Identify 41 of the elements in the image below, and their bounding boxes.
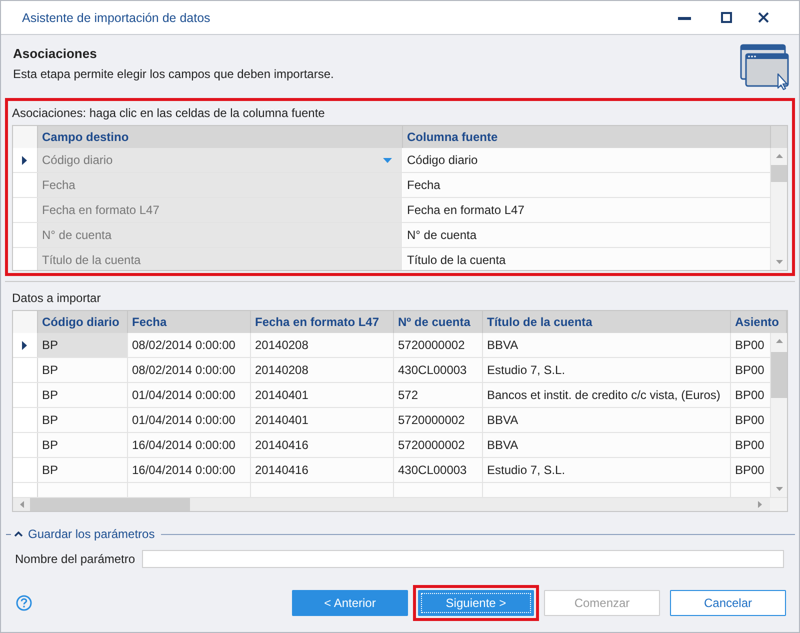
navigation-button[interactable]: Siguiente > xyxy=(418,590,534,616)
help-icon[interactable] xyxy=(16,595,32,611)
window-title: Asistente de importación de datos xyxy=(22,10,210,24)
scroll-up-icon[interactable] xyxy=(776,154,782,158)
scroll-down-icon[interactable] xyxy=(776,260,782,264)
maximize-icon[interactable] xyxy=(721,12,732,23)
cell-text: Fecha xyxy=(42,177,76,194)
windows-cursor-icon xyxy=(740,44,792,90)
step-title: Asociaciones xyxy=(13,45,98,62)
minimize-icon[interactable] xyxy=(678,16,691,20)
header-corner-cell[interactable] xyxy=(13,311,38,333)
group-title[interactable]: Guardar los parámetros xyxy=(28,527,155,541)
section-label: Asociaciones: haga clic en las celdas de la columna fuente xyxy=(12,105,326,121)
cell-text: Título de la cuenta xyxy=(42,252,141,269)
cell-text: N° de cuenta xyxy=(42,227,112,244)
scroll-down-icon[interactable] xyxy=(776,487,782,491)
vertical-scrollbar[interactable] xyxy=(770,148,787,270)
navigation-button[interactable]: Cancelar xyxy=(670,590,786,616)
current-row-icon xyxy=(22,156,27,164)
caret-icon[interactable] xyxy=(383,158,392,162)
cell-text: Código diario xyxy=(42,152,113,169)
step-description: Esta etapa permite elegir los campos que deben importarse. xyxy=(13,66,334,82)
scrollbar-thumb[interactable] xyxy=(30,498,190,511)
field-label: Nombre del parámetro xyxy=(15,552,136,566)
cell-text: Fecha en formato L47 xyxy=(42,202,160,219)
table-cell: BP xyxy=(38,333,128,357)
scroll-left-icon[interactable] xyxy=(20,501,24,508)
parameter-name-field[interactable] xyxy=(142,550,784,568)
scrollbar-corner xyxy=(770,497,787,511)
scroll-up-icon[interactable] xyxy=(776,339,782,343)
chevron-up-icon[interactable] xyxy=(14,531,23,537)
current-row-icon xyxy=(22,340,27,350)
scrollbar-thumb[interactable] xyxy=(771,165,787,182)
section-label: Datos a importar xyxy=(12,290,102,306)
horizontal-scrollbar[interactable] xyxy=(13,497,770,511)
vertical-scrollbar[interactable] xyxy=(770,333,787,497)
navigation-button[interactable]: < Anterior xyxy=(292,590,408,616)
scroll-right-icon[interactable] xyxy=(758,501,762,508)
scrollbar-thumb[interactable] xyxy=(771,352,787,398)
header-corner-cell[interactable] xyxy=(13,126,38,148)
close-icon[interactable] xyxy=(758,12,769,23)
